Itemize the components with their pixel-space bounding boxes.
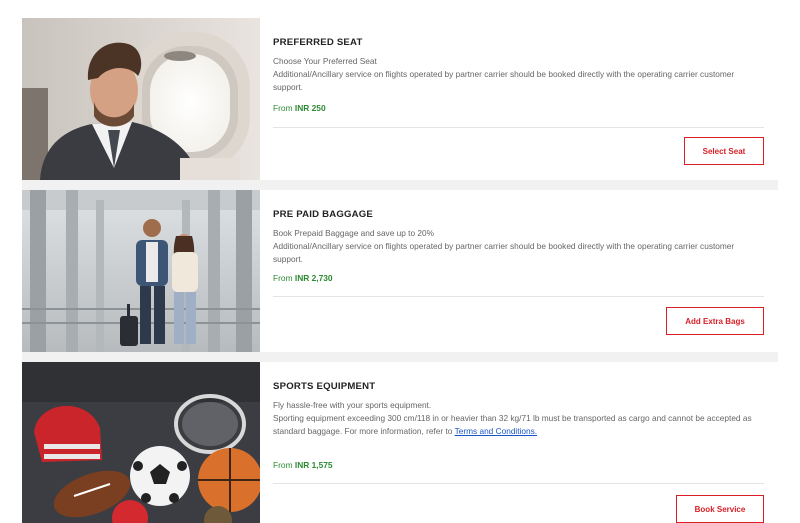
service-card-preferred-seat: PREFERRED SEAT Choose Your Preferred Sea… — [22, 18, 778, 180]
service-price: From INR 1,575 — [273, 460, 333, 470]
sports-photo-illustration — [22, 362, 260, 523]
service-title: PREFERRED SEAT — [273, 37, 363, 48]
price-value: INR 1,575 — [294, 460, 333, 470]
service-title: SPORTS EQUIPMENT — [273, 381, 376, 392]
service-card-body: SPORTS EQUIPMENT Fly hassle-free with yo… — [273, 362, 778, 523]
terms-and-conditions-link[interactable]: Terms and Conditions. — [455, 426, 538, 436]
price-prefix: From — [273, 460, 293, 470]
ancillary-services-list: PREFERRED SEAT Choose Your Preferred Sea… — [22, 18, 778, 523]
service-card-sports-equipment: SPORTS EQUIPMENT Fly hassle-free with yo… — [22, 362, 778, 523]
price-prefix: From — [273, 273, 293, 283]
service-card-body: PREFERRED SEAT Choose Your Preferred Sea… — [273, 18, 778, 180]
service-description: Book Prepaid Baggage and save up to 20% … — [273, 227, 753, 267]
service-description-line: Fly hassle-free with your sports equipme… — [273, 400, 432, 410]
service-price: From INR 250 — [273, 103, 326, 113]
couple-with-luggage-airport-image — [22, 190, 260, 352]
service-card-pre-paid-baggage: PRE PAID BAGGAGE Book Prepaid Baggage an… — [22, 190, 778, 352]
price-value: INR 2,730 — [294, 273, 333, 283]
service-description-line: Additional/Ancillary service on flights … — [273, 241, 735, 265]
seat-photo-illustration — [22, 18, 260, 180]
card-divider — [273, 127, 764, 128]
select-seat-button[interactable]: Select Seat — [684, 137, 764, 165]
price-value: INR 250 — [294, 103, 326, 113]
service-description-line: Choose Your Preferred Seat — [273, 56, 377, 66]
card-divider — [273, 483, 764, 484]
service-card-body: PRE PAID BAGGAGE Book Prepaid Baggage an… — [273, 190, 778, 352]
businessman-at-airplane-window-image — [22, 18, 260, 180]
service-title: PRE PAID BAGGAGE — [273, 209, 374, 220]
sports-balls-and-helmet-image — [22, 362, 260, 523]
service-description-line: Additional/Ancillary service on flights … — [273, 69, 735, 93]
add-extra-bags-button[interactable]: Add Extra Bags — [666, 307, 764, 335]
price-prefix: From — [273, 103, 293, 113]
service-description: Choose Your Preferred Seat Additional/An… — [273, 55, 753, 95]
service-description-line: Book Prepaid Baggage and save up to 20% — [273, 228, 434, 238]
service-price: From INR 2,730 — [273, 273, 333, 283]
baggage-photo-illustration — [22, 190, 260, 352]
service-description-line: Sporting equipment exceeding 300 cm/118 … — [273, 412, 753, 438]
card-divider — [273, 296, 764, 297]
service-description: Fly hassle-free with your sports equipme… — [273, 399, 753, 439]
book-service-button[interactable]: Book Service — [676, 495, 764, 523]
